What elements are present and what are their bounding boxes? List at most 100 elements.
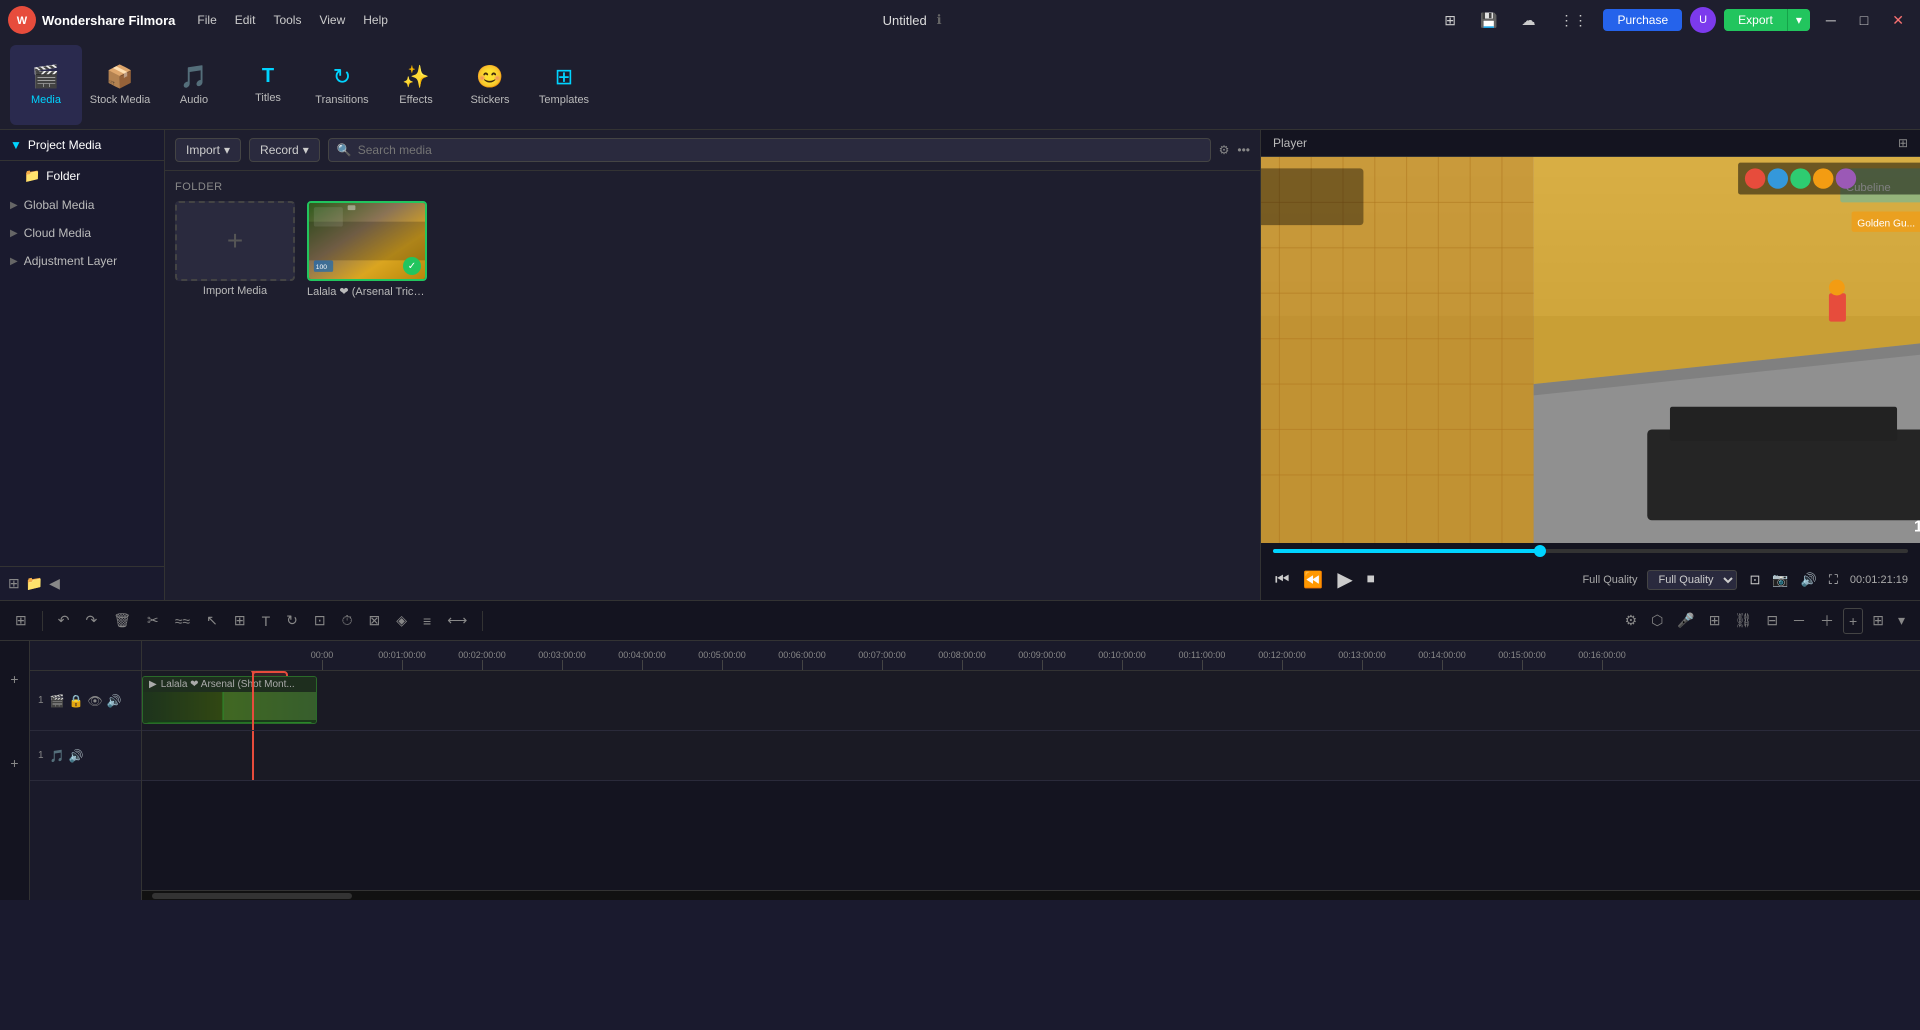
rotate-button[interactable]: ↻ <box>281 609 303 632</box>
maximize-button[interactable]: □ <box>1852 10 1876 30</box>
add-zoom[interactable]: + <box>1843 608 1863 634</box>
toolbar-titles[interactable]: T Titles <box>232 45 304 125</box>
minimize-button[interactable]: ─ <box>1818 10 1844 30</box>
play-button[interactable]: ▶ <box>1335 565 1354 594</box>
stop-button[interactable]: ⏹ <box>1365 569 1377 591</box>
redo-button[interactable]: ↷ <box>80 609 102 632</box>
avatar[interactable]: U <box>1690 7 1716 33</box>
sidebar-item-folder[interactable]: 📁 Folder <box>0 161 164 191</box>
add-video-track[interactable]: + <box>10 671 18 687</box>
voiceover-button[interactable]: 🎤 <box>1672 608 1699 634</box>
ruler-time-7: 00:07:00:00 <box>858 650 906 660</box>
view-mode-button[interactable]: ⊞ <box>1867 608 1889 634</box>
mask-button[interactable]: ⊠ <box>364 609 386 632</box>
close-button[interactable]: ✕ <box>1884 10 1912 31</box>
toolbar-stickers[interactable]: 😊 Stickers <box>454 45 526 125</box>
snapshot-button[interactable]: 📷 <box>1770 570 1790 590</box>
window-icon[interactable]: ⊞ <box>1436 10 1464 31</box>
save-icon[interactable]: 💾 <box>1472 10 1505 31</box>
filter-icon[interactable]: ⚙ <box>1219 143 1230 157</box>
lock-icon[interactable]: 🔒 <box>69 694 84 708</box>
toolbar-media[interactable]: 🎬 Media <box>10 45 82 125</box>
timeline-scrollbar[interactable] <box>142 890 1920 900</box>
progress-bar[interactable] <box>1273 549 1908 553</box>
menu-tools[interactable]: Tools <box>273 13 301 27</box>
timeline-ruler[interactable]: 00:00 00:01:00:00 00:02:00:00 00:03:00:0… <box>142 641 1920 671</box>
video-clip-1[interactable]: ▶ Lalala ❤ Arsenal (Shot Mont... <box>142 676 317 724</box>
delete-button[interactable]: 🗑 <box>108 609 136 632</box>
undo-button[interactable]: ↶ <box>53 609 75 632</box>
jump-start-button[interactable]: ⏮ <box>1273 569 1291 591</box>
menu-file[interactable]: File <box>197 13 216 27</box>
speed-button[interactable]: ⏱ <box>337 609 358 632</box>
sidebar-item-cloud-media[interactable]: ▶ Cloud Media <box>0 219 164 247</box>
transition-btn[interactable]: ⟷ <box>442 609 472 632</box>
export-dropdown-button[interactable]: ▾ <box>1788 9 1810 31</box>
quality-select[interactable]: Full Quality 1/2 Quality 1/4 Quality <box>1647 570 1737 590</box>
purchase-button[interactable]: Purchase <box>1603 9 1682 31</box>
toolbar-effects[interactable]: ✨ Effects <box>380 45 452 125</box>
add-button[interactable]: 📁 <box>26 575 43 592</box>
collapse-button[interactable]: ◀ <box>49 575 60 592</box>
toolbar-stock-media[interactable]: 📦 Stock Media <box>84 45 156 125</box>
menu-help[interactable]: Help <box>363 13 388 27</box>
ruler-mark-7: 00:07:00:00 <box>842 650 922 670</box>
cloud-icon[interactable]: ☁ <box>1513 10 1543 31</box>
import-media-item[interactable]: + Import Media <box>175 201 295 298</box>
text-button[interactable]: T <box>257 610 276 632</box>
eye-icon[interactable]: 👁 <box>87 694 102 708</box>
full-screen-button[interactable]: ⛶ <box>1827 570 1840 590</box>
import-thumb[interactable]: + <box>175 201 295 281</box>
project-media-header: ▼ Project Media <box>0 130 164 161</box>
plus-zoom[interactable]: ＋ <box>1815 608 1839 634</box>
audio-icon[interactable]: 🔊 <box>107 694 122 708</box>
ruler-time-8: 00:08:00:00 <box>938 650 986 660</box>
timeline-right-tools: ⚙ ⬡ 🎤 ⊞ ⛓ ⊟ － ＋ + ⊞ ▾ <box>1620 608 1910 634</box>
toolbar-transitions[interactable]: ↻ Transitions <box>306 45 378 125</box>
toolbar-templates[interactable]: ⊞ Templates <box>528 45 600 125</box>
audio-mute-icon[interactable]: 🔊 <box>69 749 84 763</box>
color-button[interactable]: ◈ <box>391 609 412 632</box>
pan-button[interactable]: ⊡ <box>309 609 331 632</box>
import-button[interactable]: Import ▾ <box>175 138 241 162</box>
link-button[interactable]: ⛓ <box>1730 608 1758 634</box>
scroll-thumb[interactable] <box>152 893 352 899</box>
cut-button[interactable]: ✂ <box>142 609 164 632</box>
ripple-button[interactable]: ≈≈ <box>170 610 195 632</box>
pointer-button[interactable]: ↖ <box>201 609 223 632</box>
quality-label: Full Quality <box>1582 574 1637 586</box>
menu-view[interactable]: View <box>319 13 345 27</box>
video-media-item[interactable]: 100 ✓ Lalala ❤ (Arsenal Trick... <box>307 201 427 298</box>
sidebar-item-adjustment-layer[interactable]: ▶ Adjustment Layer <box>0 247 164 275</box>
menu-edit[interactable]: Edit <box>235 13 256 27</box>
marker-button[interactable]: ⬡ <box>1646 608 1668 634</box>
record-button[interactable]: Record ▾ <box>249 138 320 162</box>
ruler-line <box>322 660 323 670</box>
subtitle-button[interactable]: ⊟ <box>1761 608 1783 634</box>
toolbar-audio[interactable]: 🎵 Audio <box>158 45 230 125</box>
timeline-grid-button[interactable]: ⊞ <box>10 609 32 632</box>
player-progress[interactable] <box>1261 543 1920 559</box>
playhead[interactable] <box>252 671 254 730</box>
add-audio-track[interactable]: + <box>10 755 18 771</box>
search-input[interactable] <box>358 143 1202 157</box>
more-icon[interactable]: ••• <box>1237 143 1250 157</box>
more-button[interactable]: ▾ <box>1893 608 1910 634</box>
ruler-time-6: 00:06:00:00 <box>778 650 826 660</box>
crop-button[interactable]: ⊞ <box>229 609 251 632</box>
grid-icon[interactable]: ⋮⋮ <box>1551 10 1595 31</box>
volume-button[interactable]: 🔊 <box>1799 570 1819 590</box>
export-button[interactable]: Export <box>1724 9 1788 31</box>
ai-button[interactable]: ⚙ <box>1620 608 1643 634</box>
eq-button[interactable]: ≡ <box>418 610 436 632</box>
new-folder-button[interactable]: ⊞ <box>8 575 20 592</box>
fit-screen-button[interactable]: ⊡ <box>1747 570 1762 590</box>
snap-button[interactable]: ⊞ <box>1704 608 1726 634</box>
player-video-canvas: 100 Cubeline Golden Gu... 1/0 <box>1261 157 1920 543</box>
minus-zoom[interactable]: － <box>1787 608 1811 634</box>
player-expand-icon[interactable]: ⊞ <box>1898 136 1908 150</box>
sidebar-item-global-media[interactable]: ▶ Global Media <box>0 191 164 219</box>
transitions-icon: ↻ <box>333 64 351 90</box>
step-back-button[interactable]: ⏪ <box>1301 568 1325 592</box>
ruler-mark-12: 00:12:00:00 <box>1242 650 1322 670</box>
